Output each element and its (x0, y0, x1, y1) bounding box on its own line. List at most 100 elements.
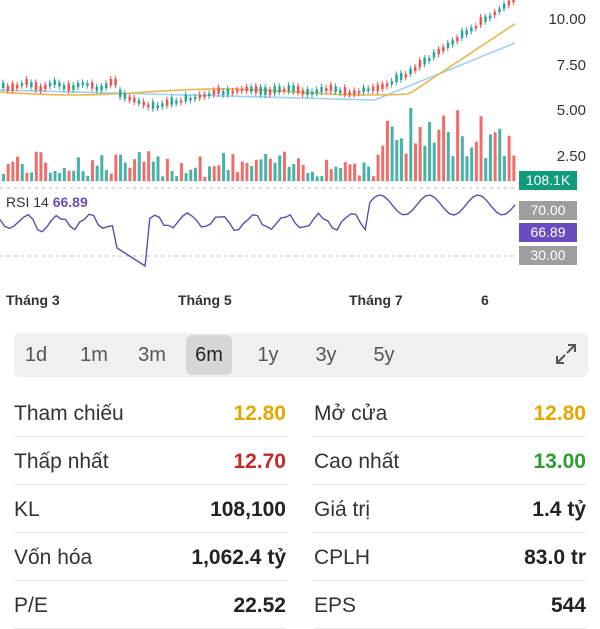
rsi-level-70-badge: 70.00 (519, 201, 577, 220)
rsi-label: RSI 14 (6, 194, 49, 210)
volume-bar (175, 176, 179, 181)
stat-value: 108,100 (210, 498, 286, 521)
candle-body (105, 83, 108, 88)
range-1y-button[interactable]: 1y (246, 335, 290, 375)
candle-body (259, 86, 262, 95)
volume-bar (474, 141, 478, 181)
volume-bar (250, 166, 254, 181)
volume-bar (465, 156, 469, 181)
volume-bar (404, 153, 408, 181)
range-6m-button[interactable]: 6m (186, 335, 232, 375)
stat-row: Thấp nhất 12.70 (14, 436, 286, 485)
stat-row: Mở cửa 12.80 (314, 388, 586, 437)
volume-bar (446, 132, 450, 181)
range-1m-button[interactable]: 1m (72, 335, 116, 375)
volume-bar (203, 176, 207, 181)
volume-bar (264, 153, 268, 181)
volume-bar (95, 165, 99, 181)
candle-body (11, 83, 14, 91)
volume-bar (507, 135, 511, 181)
price-chart[interactable]: 10.00 7.50 5.00 2.50 108.1K RSI 14 66.89… (0, 0, 600, 320)
candle-body (58, 82, 61, 87)
volume-bar (428, 122, 432, 181)
candle-body (114, 78, 117, 86)
volume-bar (222, 152, 226, 181)
volume-bar (128, 167, 132, 181)
candle-body (399, 73, 403, 80)
price-tick: 10.00 (548, 11, 586, 28)
stat-row: P/E 22.52 (14, 580, 286, 629)
candle-body (100, 85, 103, 91)
range-3y-button[interactable]: 3y (304, 335, 348, 375)
volume-bar (268, 158, 272, 181)
volume-bar (86, 175, 90, 181)
candle-body (474, 25, 478, 29)
candle-body (226, 88, 230, 95)
volume-bar (442, 115, 446, 181)
candle-body (282, 88, 286, 92)
stat-row: EPS 544 (314, 580, 586, 629)
candle-body (165, 99, 169, 106)
candle-body (353, 90, 356, 95)
candle-body (339, 90, 342, 94)
candle-body (217, 87, 220, 94)
volume-bar (390, 126, 394, 181)
stat-label: CPLH (314, 546, 371, 569)
volume-bar (348, 164, 352, 181)
volume-bar (488, 134, 492, 181)
volume-bar (484, 158, 488, 181)
range-3m-button[interactable]: 3m (130, 335, 174, 375)
stat-value: 12.80 (233, 402, 286, 425)
volume-bar (371, 176, 375, 181)
volume-bar (418, 126, 422, 181)
candle-body (34, 82, 38, 90)
volume-bar (53, 170, 57, 181)
candle-body (39, 86, 42, 91)
candle-body (72, 85, 75, 90)
stat-value: 544 (550, 594, 586, 617)
range-1d-button[interactable]: 1d (14, 335, 58, 375)
stat-label: KL (14, 498, 40, 521)
volume-bar (493, 132, 497, 181)
month-label: Tháng 5 (178, 292, 232, 308)
expand-arrows-icon[interactable] (554, 342, 578, 366)
candle-body (343, 87, 347, 95)
volume-bar (81, 171, 85, 181)
candle-body (184, 94, 188, 102)
candle-body (236, 89, 239, 93)
stat-value: 1.4 tỷ (532, 498, 586, 521)
candle-body (123, 93, 127, 99)
candle-body (170, 97, 174, 105)
candle-body (156, 105, 159, 108)
volume-bar (90, 160, 94, 181)
candle-body (465, 30, 468, 35)
volume-bar (20, 164, 24, 181)
candle-body (212, 90, 216, 95)
volume-bar (470, 147, 474, 181)
volume-bar (44, 162, 48, 181)
candle-body (264, 87, 267, 95)
volume-bar (414, 143, 417, 181)
stat-value: 13.00 (533, 450, 586, 473)
candle-body (222, 90, 225, 95)
candle-body (81, 82, 85, 86)
range-5y-button[interactable]: 5y (362, 335, 406, 375)
candle-body (95, 86, 99, 91)
stat-value: 83.0 tr (524, 546, 586, 569)
volume-bar (6, 163, 10, 181)
rsi-current-badge: 66.89 (519, 223, 577, 242)
volume-bar (259, 159, 263, 181)
volume-bar (381, 145, 385, 181)
volume-bar (498, 128, 502, 181)
candle-body (6, 85, 10, 91)
price-tick: 5.00 (556, 102, 586, 119)
candle-body (432, 52, 436, 58)
candle-body (362, 87, 365, 93)
stat-label: Thấp nhất (14, 450, 109, 473)
candle-body (128, 96, 131, 101)
chart-canvas[interactable] (0, 0, 600, 320)
month-label: Tháng 7 (349, 292, 403, 308)
candle-body (381, 83, 384, 89)
candle-body (119, 89, 122, 98)
volume-bar (423, 145, 427, 181)
